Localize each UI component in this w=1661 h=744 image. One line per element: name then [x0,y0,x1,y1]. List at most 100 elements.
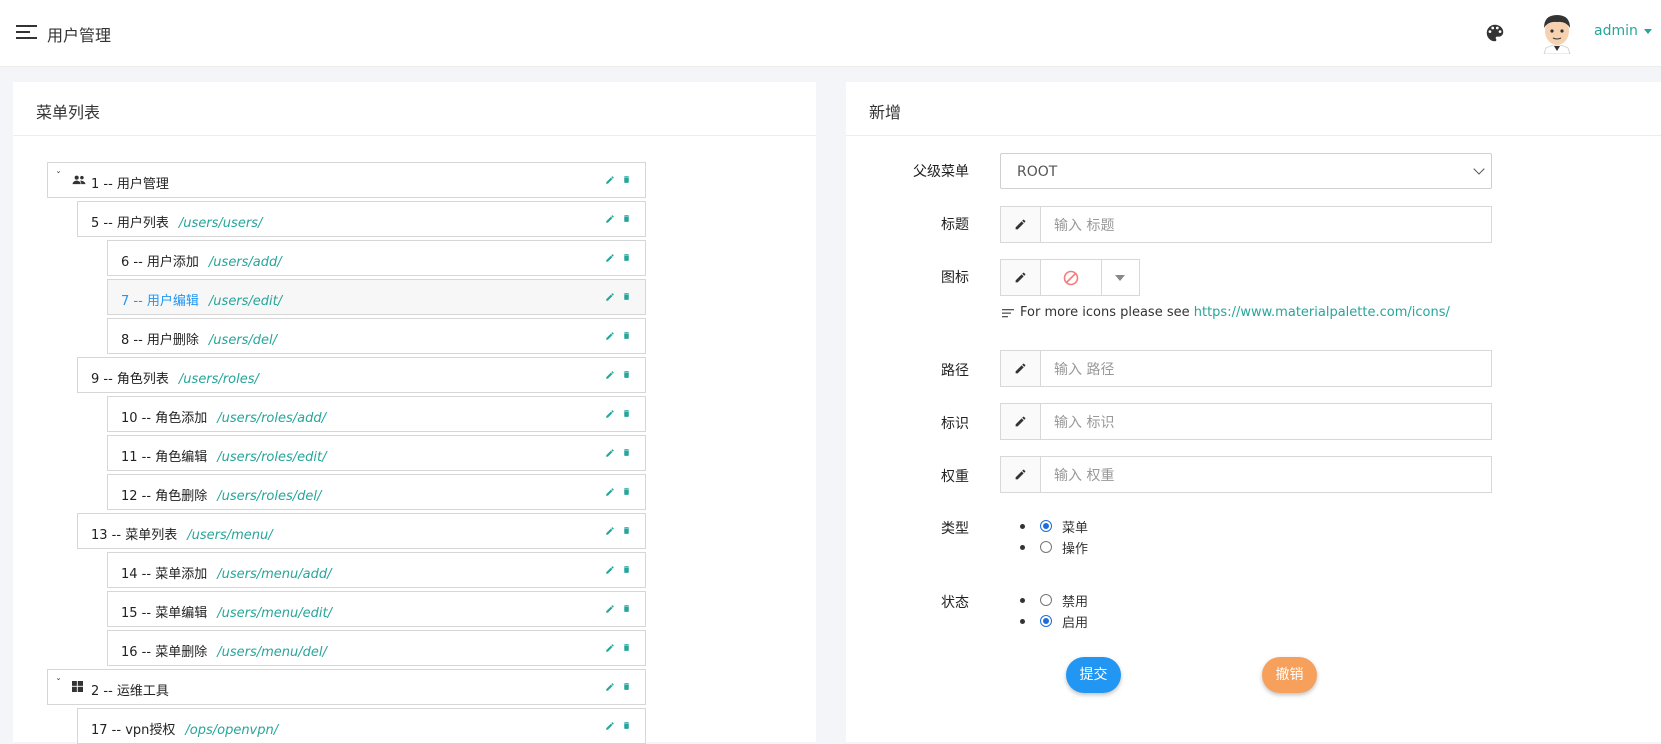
menu-item-name: 1 -- 用户管理 [91,177,169,192]
menu-item-name: 12 -- 角色删除 [121,489,208,504]
delete-icon[interactable] [622,252,633,264]
menu-item-path: /users/roles/del/ [217,489,322,504]
radio-unchecked[interactable] [1040,541,1052,553]
menu-tree-row[interactable]: 11 -- 角色编辑/users/roles/edit/ [107,435,646,471]
menu-tree-row-label: 2 -- 运维工具 [91,680,169,699]
mark-input[interactable] [1041,404,1496,441]
delete-icon[interactable] [622,291,633,303]
title-input[interactable] [1041,207,1496,244]
edit-icon[interactable] [605,681,616,693]
cancel-button[interactable]: 撤销 [1262,657,1317,693]
radio-checked[interactable] [1040,520,1052,532]
collapse-caret-icon[interactable]: ˇ [56,678,61,689]
top-navbar: 用户管理 admin [0,0,1661,67]
menu-item-path: /users/menu/edit/ [217,606,332,621]
menu-item-path: /users/add/ [208,255,282,270]
delete-icon[interactable] [622,486,633,498]
edit-icon[interactable] [605,525,616,537]
menu-tree-row[interactable]: 8 -- 用户删除/users/del/ [107,318,646,354]
edit-icon[interactable] [605,291,616,303]
status-option-disabled[interactable]: 禁用 [1020,591,1088,612]
delete-icon[interactable] [622,564,633,576]
edit-icon[interactable] [605,642,616,654]
pencil-icon [1001,404,1041,439]
menu-tree-row-label: 14 -- 菜单添加/users/menu/add/ [121,563,331,582]
menu-tree-row[interactable]: 12 -- 角色删除/users/roles/del/ [107,474,646,510]
delete-icon[interactable] [622,213,633,225]
path-input-group [1000,350,1496,388]
radio-checked[interactable] [1040,615,1052,627]
user-menu[interactable]: admin [1594,23,1652,39]
path-input[interactable] [1041,351,1496,388]
type-radio-group: 菜单 操作 [1020,517,1088,559]
icon-dropdown-toggle[interactable] [1102,260,1139,295]
delete-icon[interactable] [622,525,633,537]
title-input-group [1000,206,1496,244]
icon-picker[interactable] [1000,259,1140,296]
menu-tree-row[interactable]: ˇ 2 -- 运维工具 [47,669,646,705]
edit-icon[interactable] [605,603,616,615]
avatar[interactable] [1538,12,1576,54]
menu-tree-row-label: 8 -- 用户删除/users/del/ [121,329,277,348]
delete-icon[interactable] [622,642,633,654]
menu-tree-row[interactable]: 10 -- 角色添加/users/roles/add/ [107,396,646,432]
menu-tree-row[interactable]: 14 -- 菜单添加/users/menu/add/ [107,552,646,588]
status-option-enabled[interactable]: 启用 [1020,612,1088,633]
weight-input[interactable] [1041,457,1496,494]
menu-tree-row[interactable]: 6 -- 用户添加/users/add/ [107,240,646,276]
edit-icon[interactable] [605,213,616,225]
menu-tree-row-label: 10 -- 角色添加/users/roles/add/ [121,407,326,426]
menu-tree-row-label: 12 -- 角色删除/users/roles/del/ [121,485,321,504]
menu-tree-row[interactable]: 17 -- vpn授权/ops/openvpn/ [77,708,646,744]
menu-tree-row[interactable]: ˇ 1 -- 用户管理 [47,162,646,198]
menu-tree-row[interactable]: 7 -- 用户编辑/users/edit/ [107,279,646,315]
delete-icon[interactable] [622,603,633,615]
delete-icon[interactable] [622,369,633,381]
radio-unchecked[interactable] [1040,594,1052,606]
delete-icon[interactable] [622,681,633,693]
new-menu-title: 新增 [869,103,902,122]
delete-icon[interactable] [622,720,633,732]
menu-item-name: 10 -- 角色添加 [121,411,208,426]
menu-item-path: /users/menu/add/ [217,567,332,582]
type-label: 类型 [941,521,969,537]
delete-icon[interactable] [622,330,633,342]
delete-icon[interactable] [622,174,633,186]
edit-icon[interactable] [605,330,616,342]
icon-help-text: For more icons please see [1020,305,1190,320]
menu-item-name: 11 -- 角色编辑 [121,450,208,465]
caret-down-icon [1643,28,1652,34]
menu-tree-row[interactable]: 5 -- 用户列表/users/users/ [77,201,646,237]
title-label: 标题 [941,217,969,233]
menu-tree-row-label: 13 -- 菜单列表/users/menu/ [91,524,273,543]
collapse-caret-icon[interactable]: ˇ [56,171,61,182]
edit-icon[interactable] [605,252,616,264]
edit-icon[interactable] [605,564,616,576]
menu-item-name: 16 -- 菜单删除 [121,645,208,660]
menu-tree-row[interactable]: 9 -- 角色列表/users/roles/ [77,357,646,393]
edit-icon[interactable] [605,174,616,186]
menu-item-name: 2 -- 运维工具 [91,684,169,699]
type-option-action[interactable]: 操作 [1020,538,1088,559]
no-icon-preview [1041,260,1102,295]
menu-tree-row-label: 15 -- 菜单编辑/users/menu/edit/ [121,602,332,621]
menu-toggle-icon[interactable] [16,24,37,40]
delete-icon[interactable] [622,447,633,459]
submit-button[interactable]: 提交 [1066,657,1121,693]
delete-icon[interactable] [622,408,633,420]
edit-icon[interactable] [605,720,616,732]
menu-tree-row-label: 11 -- 角色编辑/users/roles/edit/ [121,446,327,465]
palette-icon[interactable] [1484,22,1506,44]
menu-tree-row-label: 17 -- vpn授权/ops/openvpn/ [91,719,278,738]
menu-tree-row[interactable]: 16 -- 菜单删除/users/menu/del/ [107,630,646,666]
menu-tree-row[interactable]: 13 -- 菜单列表/users/menu/ [77,513,646,549]
parent-menu-select[interactable]: ROOT [1000,153,1492,189]
edit-icon[interactable] [605,369,616,381]
edit-icon[interactable] [605,486,616,498]
material-icons-link[interactable]: https://www.materialpalette.com/icons/ [1194,305,1450,320]
menu-tree-row[interactable]: 15 -- 菜单编辑/users/menu/edit/ [107,591,646,627]
type-option-menu[interactable]: 菜单 [1020,517,1088,538]
menu-item-name: 6 -- 用户添加 [121,255,199,270]
edit-icon[interactable] [605,447,616,459]
edit-icon[interactable] [605,408,616,420]
